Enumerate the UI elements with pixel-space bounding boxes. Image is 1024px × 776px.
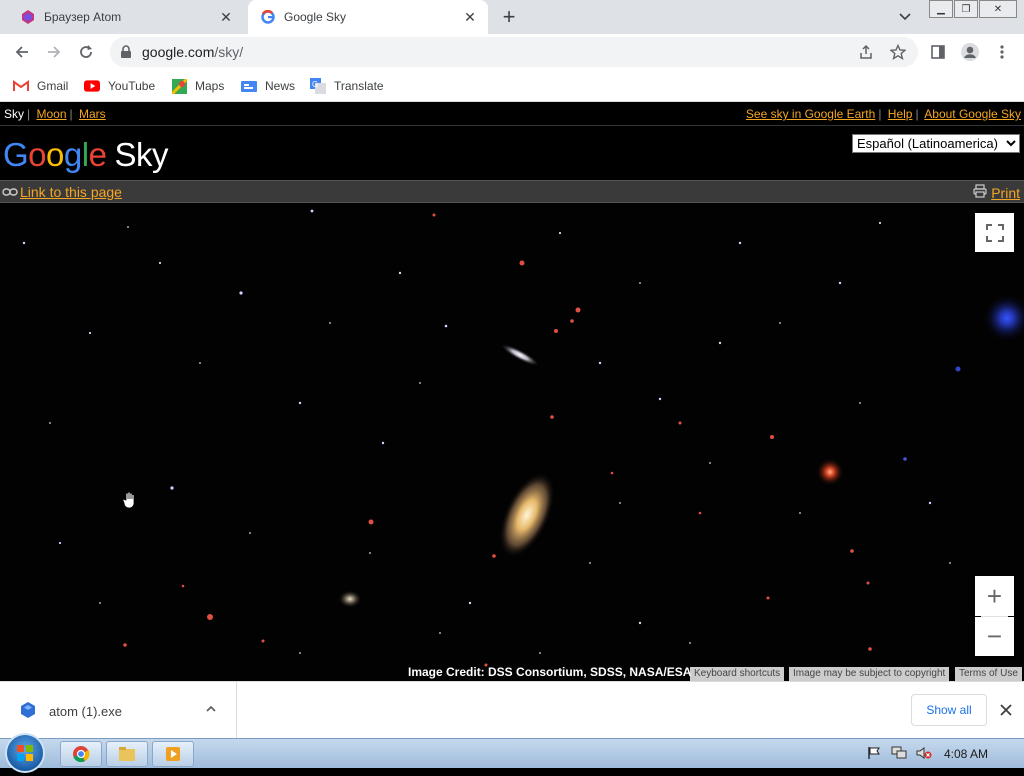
- minimize-button[interactable]: ▁: [929, 0, 953, 18]
- youtube-icon: [84, 78, 100, 94]
- nav-moon-link[interactable]: Moon: [36, 107, 66, 121]
- sky-header: Google Sky Español (Latinoamerica): [0, 125, 1024, 180]
- download-item[interactable]: atom (1).exe: [0, 682, 237, 739]
- bookmark-youtube[interactable]: YouTube: [84, 76, 155, 96]
- google-earth-link[interactable]: See sky in Google Earth: [746, 107, 875, 121]
- link-to-page[interactable]: Link to this page: [20, 184, 122, 200]
- bookmark-translate[interactable]: G Translate: [310, 76, 384, 96]
- tab-google-sky[interactable]: Google Sky ✕: [248, 0, 488, 34]
- sky-map-viewport[interactable]: + − Image Credit: DSS Consortium, SDSS, …: [0, 203, 1024, 681]
- tab-strip: Браузер Atom ✕ Google Sky ✕ + ▁ ❐ ✕: [0, 0, 1024, 34]
- terms-of-use-link[interactable]: Terms of Use: [955, 667, 1022, 681]
- download-filename: atom (1).exe: [49, 704, 122, 719]
- fullscreen-button[interactable]: [975, 213, 1014, 252]
- translate-icon: G: [310, 78, 326, 94]
- print-link[interactable]: Print: [991, 185, 1020, 201]
- bookmarks-bar: Gmail YouTube Maps News G Translate: [0, 70, 1024, 102]
- keyboard-shortcuts-link[interactable]: Keyboard shortcuts: [690, 667, 785, 681]
- forward-arrow-icon[interactable]: [40, 38, 68, 66]
- lock-icon[interactable]: [120, 45, 132, 64]
- media-player-icon: [166, 747, 180, 761]
- show-all-button[interactable]: Show all: [911, 694, 987, 726]
- bookmark-label: News: [265, 79, 296, 93]
- svg-text:G: G: [312, 80, 318, 89]
- language-select[interactable]: Español (Latinoamerica): [852, 134, 1020, 153]
- nav-sky-current: Sky: [4, 107, 25, 121]
- printer-icon: [973, 184, 987, 201]
- tab-search-chevron-icon[interactable]: [894, 8, 916, 26]
- url-text: google.com/sky/: [142, 44, 244, 60]
- image-credit: Image Credit: DSS Consortium, SDSS, NASA…: [408, 665, 692, 679]
- tab-atom[interactable]: Браузер Atom ✕: [8, 0, 244, 34]
- chrome-icon: [73, 746, 90, 763]
- taskbar-explorer[interactable]: [106, 741, 148, 767]
- gmail-icon: [13, 78, 29, 94]
- address-bar[interactable]: google.com/sky/: [110, 37, 918, 67]
- menu-dots-icon[interactable]: [988, 38, 1016, 66]
- folder-icon: [119, 747, 135, 761]
- atom-icon: [20, 9, 36, 25]
- maps-icon: [171, 78, 187, 94]
- clock[interactable]: 4:08 AM: [944, 747, 988, 761]
- bookmark-news[interactable]: News: [241, 76, 295, 96]
- bookmark-maps[interactable]: Maps: [171, 76, 224, 96]
- zoom-in-button[interactable]: +: [975, 576, 1014, 616]
- maximize-button[interactable]: ❐: [954, 0, 978, 18]
- volume-muted-icon[interactable]: [916, 745, 932, 761]
- google-sky-logo[interactable]: Google Sky: [3, 136, 168, 174]
- sky-top-nav: Sky | Moon | Mars See sky in Google Earth |…: [0, 103, 1024, 125]
- sky-image: [22, 209, 1024, 667]
- about-link[interactable]: About Google Sky: [924, 107, 1021, 121]
- tab-title: Google Sky: [284, 10, 347, 24]
- network-icon[interactable]: [891, 745, 907, 761]
- news-icon: [241, 78, 257, 94]
- link-bar: Link to this page Print: [0, 180, 1024, 203]
- google-icon: [260, 9, 276, 25]
- start-button[interactable]: [5, 733, 45, 773]
- back-arrow-icon[interactable]: [8, 38, 36, 66]
- bookmark-star-icon[interactable]: [889, 43, 907, 61]
- share-icon[interactable]: [857, 43, 875, 61]
- browser-toolbar: google.com/sky/: [0, 34, 1024, 70]
- nav-mars-link[interactable]: Mars: [79, 107, 106, 121]
- zoom-out-button[interactable]: −: [975, 617, 1014, 656]
- hand-cursor-icon: [122, 491, 138, 514]
- bookmark-label: Gmail: [37, 79, 69, 93]
- reload-icon[interactable]: [72, 38, 100, 66]
- new-tab-button[interactable]: +: [496, 4, 522, 29]
- close-download-bar-icon[interactable]: [996, 700, 1016, 720]
- taskbar-media-player[interactable]: [152, 741, 194, 767]
- close-tab-icon[interactable]: ✕: [214, 5, 238, 29]
- close-window-button[interactable]: ✕: [979, 0, 1017, 18]
- copyright-notice: Image may be subject to copyright: [789, 667, 950, 681]
- link-chain-icon: [2, 184, 18, 200]
- close-tab-icon[interactable]: ✕: [458, 5, 482, 29]
- flag-icon[interactable]: [866, 745, 882, 761]
- exe-file-icon: [20, 702, 36, 723]
- windows-logo-icon: [17, 745, 33, 761]
- taskbar-chrome[interactable]: [60, 741, 102, 767]
- tab-title: Браузер Atom: [44, 10, 122, 24]
- help-link[interactable]: Help: [888, 107, 913, 121]
- chevron-up-icon[interactable]: [204, 702, 218, 721]
- bookmark-label: Translate: [334, 79, 384, 93]
- download-bar: atom (1).exe Show all: [0, 681, 1024, 739]
- bookmark-gmail[interactable]: Gmail: [13, 76, 68, 96]
- windows-taskbar: 4:08 AM: [0, 733, 1024, 773]
- fullscreen-icon: [985, 223, 1004, 242]
- bookmark-label: YouTube: [108, 79, 156, 93]
- side-panel-icon[interactable]: [924, 38, 952, 66]
- bookmark-label: Maps: [195, 79, 225, 93]
- profile-avatar-icon[interactable]: [956, 38, 984, 66]
